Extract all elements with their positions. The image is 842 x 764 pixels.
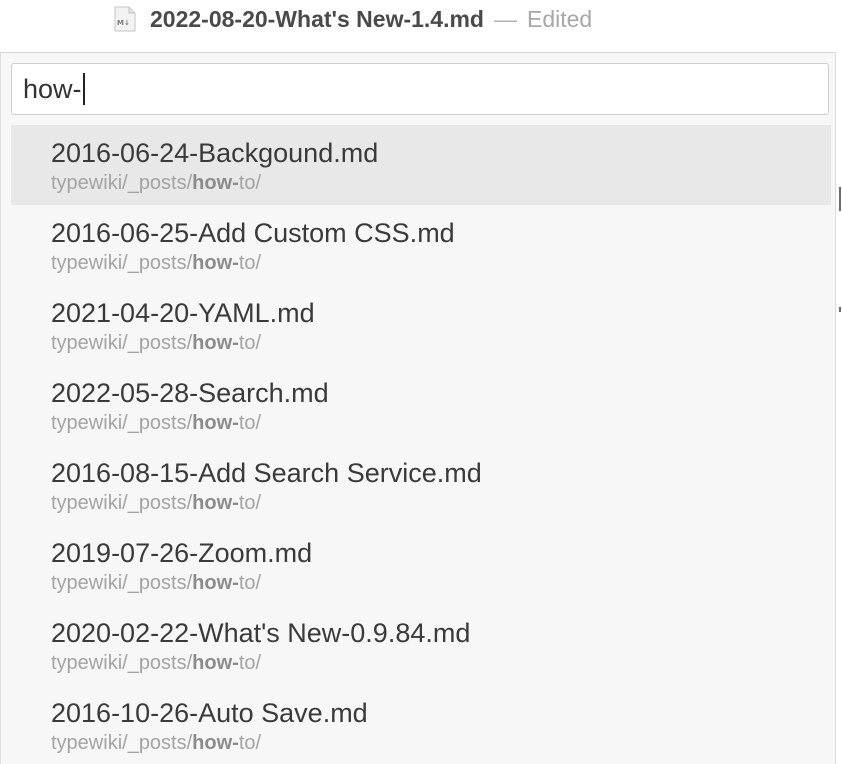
result-file-path: typewiki/_posts/how-to/ [51, 570, 831, 596]
result-path-prefix: typewiki/_posts/ [51, 732, 193, 754]
document-title[interactable]: 2022-08-20-What's New-1.4.md [150, 6, 484, 33]
svg-text:M↓: M↓ [117, 19, 130, 27]
quick-open-search-input[interactable]: how- [11, 63, 829, 115]
window-title-group: M↓ 2022-08-20-What's New-1.4.md — Edited [114, 4, 592, 34]
markdown-file-icon[interactable]: M↓ [114, 6, 136, 32]
result-path-match: how- [192, 172, 239, 194]
quick-open-panel: how- 2016-06-24-Backgound.md typewiki/_po… [0, 52, 836, 764]
result-file-name: 2016-08-15-Add Search Service.md [51, 458, 482, 488]
result-path-match: how- [192, 572, 239, 594]
result-path-match: how- [192, 332, 239, 354]
result-file-name: 2016-06-24-Backgound.md [51, 138, 379, 168]
result-item[interactable]: 2021-04-20-YAML.md typewiki/_posts/how-to… [11, 285, 831, 365]
text-caret [82, 73, 85, 105]
editor-edge-mark [839, 307, 841, 312]
result-file-path: typewiki/_posts/how-to/ [51, 730, 831, 756]
result-path-suffix: to/ [238, 572, 262, 594]
result-file-path: typewiki/_posts/how-to/ [51, 170, 831, 196]
search-input-value: how- [23, 73, 82, 104]
result-path-prefix: typewiki/_posts/ [51, 572, 193, 594]
result-path-prefix: typewiki/_posts/ [51, 172, 193, 194]
result-path-prefix: typewiki/_posts/ [51, 252, 193, 274]
result-path-suffix: to/ [238, 732, 262, 754]
result-path-match: how- [192, 652, 239, 674]
result-item[interactable]: 2016-06-24-Backgound.md typewiki/_posts/h… [11, 125, 831, 205]
title-separator: — [493, 5, 517, 32]
quick-open-results-list: 2016-06-24-Backgound.md typewiki/_posts/h… [11, 125, 831, 764]
editor-edge [836, 52, 842, 764]
result-file-name: 2021-04-20-YAML.md [51, 298, 315, 328]
result-path-suffix: to/ [238, 252, 262, 274]
result-path-match: how- [192, 732, 239, 754]
result-path-suffix: to/ [238, 652, 262, 674]
result-path-suffix: to/ [238, 332, 262, 354]
result-path-prefix: typewiki/_posts/ [51, 412, 193, 434]
result-path-prefix: typewiki/_posts/ [51, 652, 193, 674]
result-path-match: how- [192, 412, 239, 434]
result-file-name: 2022-05-28-Search.md [51, 378, 329, 408]
result-item[interactable]: 2016-08-15-Add Search Service.md typewiki… [11, 445, 831, 525]
result-item[interactable]: 2019-07-26-Zoom.md typewiki/_posts/how-to… [11, 525, 831, 605]
editor-edge-mark [839, 187, 841, 211]
edited-status: Edited [526, 5, 593, 32]
result-path-match: how- [192, 252, 239, 274]
result-file-name: 2020-02-22-What's New-0.9.84.md [51, 618, 471, 648]
result-item[interactable]: 2016-10-26-Auto Save.md typewiki/_posts/h… [11, 685, 831, 764]
result-file-path: typewiki/_posts/how-to/ [51, 410, 831, 436]
result-file-path: typewiki/_posts/how-to/ [51, 330, 831, 356]
result-path-prefix: typewiki/_posts/ [51, 492, 193, 514]
result-file-path: typewiki/_posts/how-to/ [51, 250, 831, 276]
result-path-suffix: to/ [238, 412, 262, 434]
result-file-path: typewiki/_posts/how-to/ [51, 650, 831, 676]
result-item[interactable]: 2022-05-28-Search.md typewiki/_posts/how-… [11, 365, 831, 445]
result-file-name: 2016-10-26-Auto Save.md [51, 698, 368, 728]
result-item[interactable]: 2020-02-22-What's New-0.9.84.md typewiki/… [11, 605, 831, 685]
result-path-suffix: to/ [238, 172, 262, 194]
result-file-path: typewiki/_posts/how-to/ [51, 490, 831, 516]
result-path-suffix: to/ [238, 492, 262, 514]
result-item[interactable]: 2016-06-25-Add Custom CSS.md typewiki/_po… [11, 205, 831, 285]
window-titlebar: M↓ 2022-08-20-What's New-1.4.md — Edited [0, 0, 842, 40]
result-path-match: how- [192, 492, 239, 514]
result-file-name: 2016-06-25-Add Custom CSS.md [51, 218, 455, 248]
result-file-name: 2019-07-26-Zoom.md [51, 538, 313, 568]
result-path-prefix: typewiki/_posts/ [51, 332, 193, 354]
